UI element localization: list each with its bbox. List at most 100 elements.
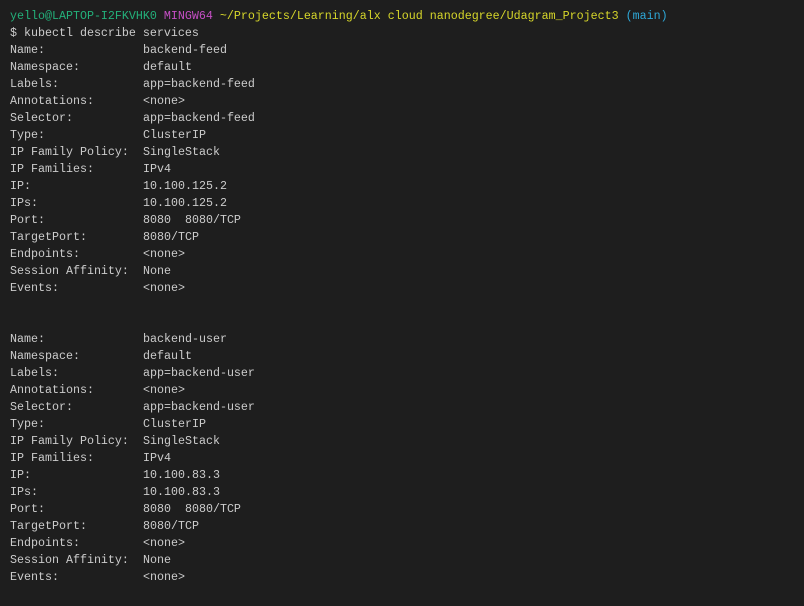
service-field-row: Port: 8080 8080/TCP [10,501,668,518]
field-value: app=backend-user [143,400,255,414]
field-label: Session Affinity: [10,264,129,278]
prompt-git-branch: (main) [625,9,668,23]
prompt-line: yello@LAPTOP-I2FKVHK0 MINGW64 ~/Projects… [10,8,668,25]
field-label: Endpoints: [10,247,80,261]
service-field-row: TargetPort: 8080/TCP [10,229,668,246]
field-label: Namespace: [10,349,80,363]
field-label: IP: [10,179,31,193]
field-value: ClusterIP [143,128,206,142]
field-value: <none> [143,94,185,108]
prompt-path: ~/Projects/Learning/alx cloud nanodegree… [219,9,619,23]
service-field-row: Events: <none> [10,569,668,586]
service-field-row: IP Family Policy: SingleStack [10,433,668,450]
service-field-row: Name: backend-feed [10,42,668,59]
service-field-row: IP: 10.100.125.2 [10,178,668,195]
field-label: Selector: [10,111,73,125]
service-field-row: Port: 8080 8080/TCP [10,212,668,229]
service-field-row: Selector: app=backend-feed [10,110,668,127]
service-field-row: Namespace: default [10,59,668,76]
field-value: 8080 8080/TCP [143,213,241,227]
field-label: Session Affinity: [10,553,129,567]
field-value: 10.100.83.3 [143,468,220,482]
field-value: 10.100.125.2 [143,179,227,193]
field-label: Name: [10,332,45,346]
field-value: 8080/TCP [143,519,199,533]
service-field-row: IP Families: IPv4 [10,161,668,178]
field-value: app=backend-user [143,366,255,380]
field-label: IP Family Policy: [10,145,129,159]
field-value: SingleStack [143,434,220,448]
field-value: 10.100.83.3 [143,485,220,499]
service-field-row: IP Families: IPv4 [10,450,668,467]
field-label: Labels: [10,77,59,91]
service-field-row: IP: 10.100.83.3 [10,467,668,484]
field-value: backend-feed [143,43,227,57]
field-label: IP: [10,468,31,482]
service-field-row: Type: ClusterIP [10,416,668,433]
field-value: <none> [143,536,185,550]
service-field-row: Labels: app=backend-feed [10,76,668,93]
service-field-row: Type: ClusterIP [10,127,668,144]
field-value: 8080 8080/TCP [143,502,241,516]
field-label: Events: [10,570,59,584]
field-label: IP Family Policy: [10,434,129,448]
field-label: Annotations: [10,94,94,108]
service-field-row: Endpoints: <none> [10,535,668,552]
field-label: TargetPort: [10,519,87,533]
field-label: Name: [10,43,45,57]
field-value: <none> [143,570,185,584]
service-field-row: Selector: app=backend-user [10,399,668,416]
field-label: IP Families: [10,451,94,465]
field-value: SingleStack [143,145,220,159]
field-value: app=backend-feed [143,77,255,91]
field-value: <none> [143,281,185,295]
service-field-row: Labels: app=backend-user [10,365,668,382]
field-value: default [143,60,192,74]
field-value: backend-user [143,332,227,346]
prompt-user-host: yello@LAPTOP-I2FKVHK0 [10,9,157,23]
field-label: IPs: [10,196,38,210]
service-field-row: Session Affinity: None [10,552,668,569]
field-value: ClusterIP [143,417,206,431]
field-value: None [143,264,171,278]
field-label: Type: [10,128,45,142]
service-field-row: TargetPort: 8080/TCP [10,518,668,535]
service-field-row: Annotations: <none> [10,382,668,399]
field-value: IPv4 [143,451,171,465]
field-label: IPs: [10,485,38,499]
field-value: <none> [143,247,185,261]
command-line: $ kubectl describe services [10,26,199,40]
service-field-row: Namespace: default [10,348,668,365]
field-value: app=backend-feed [143,111,255,125]
field-label: TargetPort: [10,230,87,244]
service-field-row: IPs: 10.100.125.2 [10,195,668,212]
field-value: 8080/TCP [143,230,199,244]
field-value: <none> [143,383,185,397]
field-label: Annotations: [10,383,94,397]
service-field-row: Name: backend-user [10,331,668,348]
field-value: 10.100.125.2 [143,196,227,210]
service-block: Name: backend-feed Namespace: default Labels… [10,42,668,297]
field-label: Labels: [10,366,59,380]
field-value: IPv4 [143,162,171,176]
service-block: Name: backend-user Namespace: default Labels… [10,331,668,586]
terminal-output[interactable]: yello@LAPTOP-I2FKVHK0 MINGW64 ~/Projects… [10,8,668,586]
field-label: Selector: [10,400,73,414]
services-output: Name: backend-feed Namespace: default Labels… [10,42,668,586]
service-field-row: Session Affinity: None [10,263,668,280]
field-label: IP Families: [10,162,94,176]
service-field-row: Annotations: <none> [10,93,668,110]
service-field-row: Endpoints: <none> [10,246,668,263]
field-label: Port: [10,213,45,227]
field-label: Events: [10,281,59,295]
field-label: Namespace: [10,60,80,74]
field-value: default [143,349,192,363]
service-field-row: IPs: 10.100.83.3 [10,484,668,501]
field-value: None [143,553,171,567]
prompt-system: MINGW64 [163,9,213,23]
service-field-row: IP Family Policy: SingleStack [10,144,668,161]
field-label: Port: [10,502,45,516]
field-label: Endpoints: [10,536,80,550]
